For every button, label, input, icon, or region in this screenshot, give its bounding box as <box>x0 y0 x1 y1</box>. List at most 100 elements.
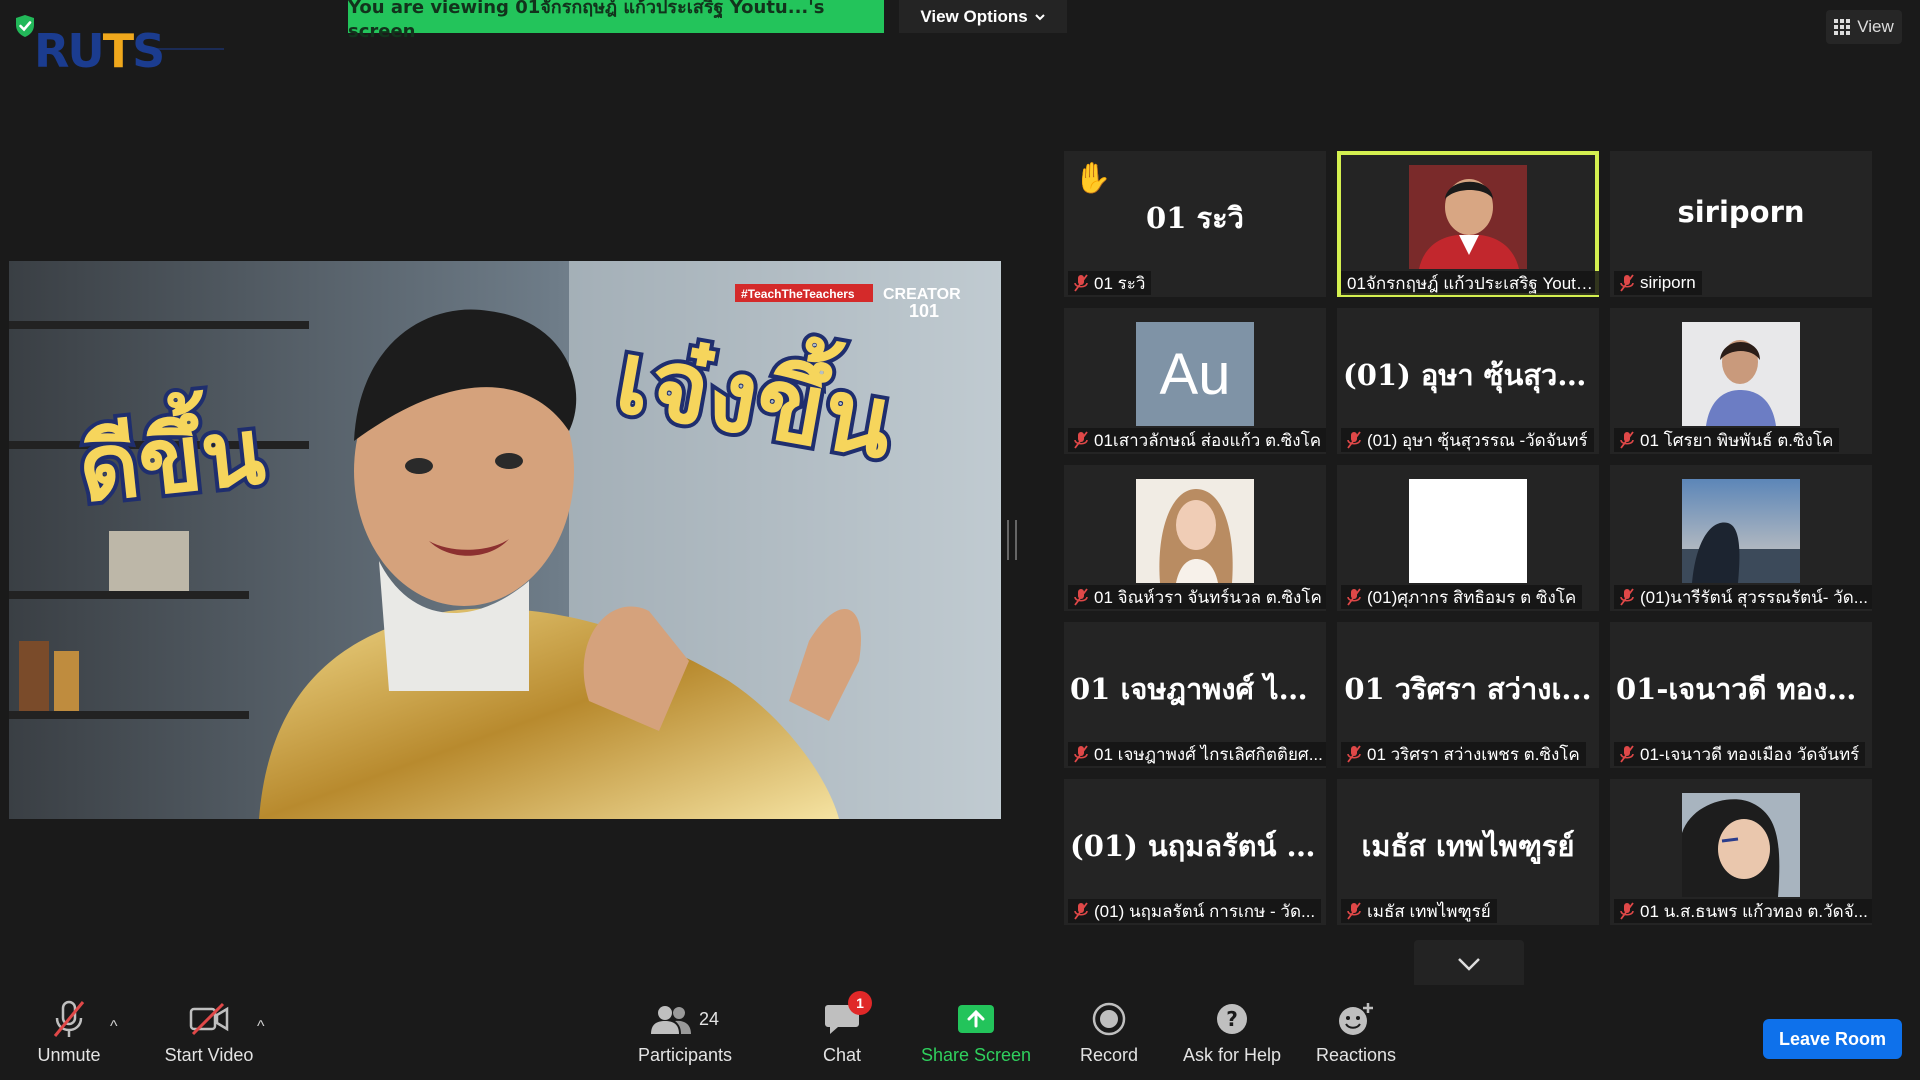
participant-tile[interactable]: (01) อุษา ซุ้นสุวร... (01) อุษา ซุ้นสุวร… <box>1337 308 1599 454</box>
viewing-screen-text: You are viewing 01จักรกฤษฎ์ แก้วประเสริฐ… <box>348 0 825 42</box>
participant-tile[interactable]: 01 จิณห์วรา จันทร์นวล ต.ซิงโค <box>1064 465 1326 611</box>
mic-muted-icon <box>1620 588 1634 606</box>
participants-icon <box>650 1006 691 1034</box>
share-screen-button[interactable]: Share Screen <box>918 985 1034 1080</box>
participant-video <box>1682 479 1800 583</box>
viewing-screen-banner: You are viewing 01จักรกฤษฎ์ แก้วประเสริฐ… <box>348 0 884 42</box>
participant-tile[interactable]: Au 01เสาวลักษณ์ ส่องแก้ว ต.ซิงโค <box>1064 308 1326 454</box>
participant-tile[interactable]: (01)นารีรัตน์ สุวรรณรัตน์- วัด... <box>1610 465 1872 611</box>
mic-muted-icon <box>1347 588 1361 606</box>
participant-display-name: 01 วริศรา สว่างเ... <box>1344 672 1592 706</box>
participant-tile[interactable]: siriporn siriporn <box>1610 151 1872 297</box>
hashtag-text: #TeachTheTeachers <box>741 287 855 301</box>
logo-wordmark: RUTS <box>34 24 165 78</box>
leave-room-button[interactable]: Leave Room <box>1763 1019 1902 1059</box>
mic-muted-icon <box>1620 431 1634 449</box>
participant-tile[interactable]: (01)ศุภากร สิทธิอมร ต ซิงโค <box>1337 465 1599 611</box>
participant-name-label: 01 น.ส.ธนพร แก้วทอง ต.วัดจั... <box>1614 899 1872 923</box>
view-options-label: View Options <box>920 6 1028 26</box>
shared-screen-view: ดีขึ้น เจ๋งขึ้น #TeachTheTeachers CREATO… <box>9 261 1001 819</box>
split-resize-handle[interactable] <box>1007 520 1017 560</box>
app-logo: RUTS <box>14 14 224 78</box>
shared-video-frame: ดีขึ้น เจ๋งขึ้น #TeachTheTeachers CREATO… <box>9 261 1001 819</box>
mic-muted-icon <box>1074 902 1088 920</box>
logo-tagline <box>154 48 224 64</box>
view-label: View <box>1857 17 1894 36</box>
view-layout-button[interactable]: View <box>1826 10 1902 44</box>
avatar-initials: Au <box>1136 322 1254 426</box>
video-options-caret[interactable]: ^ <box>257 1018 265 1036</box>
participant-tile[interactable]: ✋ 01 ระวิ 01 ระวิ <box>1064 151 1326 297</box>
creator-number: 101 <box>909 301 939 321</box>
help-question-icon: ? <box>1217 1004 1247 1034</box>
participant-name-label: เมธัส เทพไพฑูรย์ <box>1341 899 1497 923</box>
ask-for-help-button[interactable]: ? Ask for Help <box>1174 985 1290 1080</box>
share-screen-label: Share Screen <box>920 1045 1032 1065</box>
reactions-button[interactable]: Reactions <box>1306 985 1406 1080</box>
participant-name-label: siriporn <box>1614 271 1702 295</box>
participant-name-label: 01 โศรยา พิษพันธ์ ต.ซิงโค <box>1614 428 1840 452</box>
participant-tile-active-speaker[interactable]: 01จักรกฤษฎ์ แก้วประเสริฐ Youtu... <box>1337 151 1599 297</box>
participant-tile[interactable]: 01 วริศรา สว่างเ... 01 วริศรา สว่างเพชร … <box>1337 622 1599 768</box>
share-screen-icon <box>958 1005 994 1033</box>
participant-video <box>1136 479 1254 583</box>
start-video-button[interactable]: Start Video <box>154 985 264 1080</box>
chat-label: Chat <box>822 1045 862 1065</box>
mic-muted-icon <box>1347 745 1361 763</box>
participant-name-label: (01) อุษา ซุ้นสุวรรณ -วัดจันทร์ <box>1341 428 1594 452</box>
mic-muted-icon <box>1347 902 1361 920</box>
participant-display-name: (01) นฤมลรัตน์ ก... <box>1070 829 1326 863</box>
reactions-label: Reactions <box>1315 1045 1397 1065</box>
chat-button[interactable]: 1 Chat <box>800 985 884 1080</box>
participant-tile[interactable]: เมธัส เทพไพฑูรย์ เมธัส เทพไพฑูรย์ <box>1337 779 1599 925</box>
mic-muted-icon <box>1074 745 1088 763</box>
participant-tile[interactable]: 01-เจนาวดี ทองเ... 01-เจนาวดี ทองเมือง ว… <box>1610 622 1872 768</box>
participant-tile[interactable]: 01 น.ส.ธนพร แก้วทอง ต.วัดจั... <box>1610 779 1872 925</box>
mic-muted-icon <box>1347 431 1361 449</box>
participant-video <box>1682 322 1800 426</box>
participant-display-name: 01 เจษฎาพงศ์ ไก... <box>1070 672 1326 706</box>
start-video-label: Start Video <box>164 1045 254 1065</box>
participant-video <box>1409 479 1527 583</box>
audio-options-caret[interactable]: ^ <box>110 1018 118 1036</box>
mic-muted-icon <box>53 1000 85 1037</box>
unmute-button[interactable]: Unmute <box>26 985 112 1080</box>
record-button[interactable]: Record <box>1066 985 1152 1080</box>
video-off-icon <box>189 1002 229 1036</box>
mic-muted-icon <box>1620 274 1634 292</box>
participant-name-label: 01 จิณห์วรา จันทร์นวล ต.ซิงโค <box>1068 585 1326 609</box>
participant-tile[interactable]: 01 เจษฎาพงศ์ ไก... 01 เจษฎาพงศ์ ไกรเลิศก… <box>1064 622 1326 768</box>
mic-muted-icon <box>1074 588 1088 606</box>
chat-unread-badge: 1 <box>848 991 872 1015</box>
participant-display-name: (01) อุษา ซุ้นสุวร... <box>1343 358 1599 392</box>
participant-count: 24 <box>698 1008 720 1029</box>
participant-tile[interactable]: (01) นฤมลรัตน์ ก... (01) นฤมลรัตน์ การเก… <box>1064 779 1326 925</box>
mic-muted-icon <box>1074 431 1088 449</box>
ask-for-help-label: Ask for Help <box>1182 1045 1282 1065</box>
participant-display-name: เมธัส เทพไพฑูรย์ <box>1361 829 1575 863</box>
chevron-down-icon <box>1034 13 1045 20</box>
mic-muted-icon <box>1620 902 1634 920</box>
participant-name-label: 01 วริศรา สว่างเพชร ต.ซิงโค <box>1341 742 1586 766</box>
participant-display-name: 01 ระวิ <box>1146 201 1244 235</box>
participant-video <box>1409 165 1527 269</box>
participant-name-label: 01เสาวลักษณ์ ส่องแก้ว ต.ซิงโค <box>1068 428 1326 452</box>
participant-name-label: (01) นฤมลรัตน์ การเกษ - วัด... <box>1068 899 1322 923</box>
raised-hand-icon: ✋ <box>1074 162 1112 195</box>
participant-name-label: 01 เจษฎาพงศ์ ไกรเลิศกิตติยศ... <box>1068 742 1326 766</box>
gallery-next-page-button[interactable] <box>1414 940 1524 988</box>
smiley-plus-icon <box>1339 1003 1373 1035</box>
chevron-down-icon <box>1458 958 1480 971</box>
participant-name-label: 01 ระวิ <box>1068 271 1152 295</box>
view-options-button[interactable]: View Options <box>899 0 1067 33</box>
unmute-label: Unmute <box>37 1045 101 1065</box>
participants-button[interactable]: 24 Participants <box>630 985 740 1080</box>
participant-video <box>1682 793 1800 897</box>
participant-name-label: 01จักรกฤษฎ์ แก้วประเสริฐ Youtu... <box>1341 271 1599 295</box>
record-icon <box>1092 1002 1126 1036</box>
mic-muted-icon <box>1074 274 1088 292</box>
grid-icon <box>1834 19 1851 35</box>
participant-tile[interactable]: 01 โศรยา พิษพันธ์ ต.ซิงโค <box>1610 308 1872 454</box>
participant-name-label: (01)ศุภากร สิทธิอมร ต ซิงโค <box>1341 585 1583 609</box>
participant-name-label: (01)นารีรัตน์ สุวรรณรัตน์- วัด... <box>1614 585 1872 609</box>
